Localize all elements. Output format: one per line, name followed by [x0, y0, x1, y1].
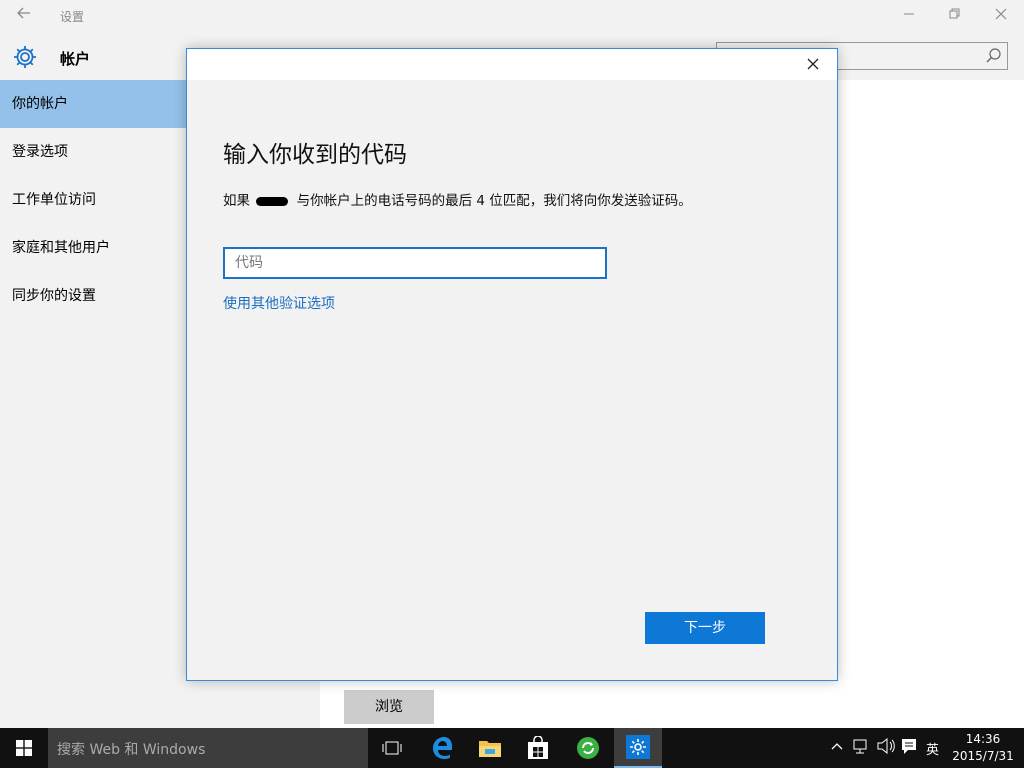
clock-time: 14:36: [965, 732, 1001, 746]
search-icon: [986, 48, 1001, 63]
volume-button[interactable]: [876, 736, 896, 760]
minimize-icon: [904, 13, 914, 15]
alt-verification-link[interactable]: 使用其他验证选项: [223, 293, 335, 313]
dialog-description: 如果 与你帐户上的电话号码的最后 4 位匹配，我们将向你发送验证码。: [223, 189, 692, 209]
action-center-button[interactable]: [900, 736, 918, 760]
sidebar-item-label: 同步你的设置: [12, 288, 96, 304]
app-button-green[interactable]: [564, 728, 612, 768]
code-input[interactable]: [223, 247, 607, 279]
redacted-phone-digits: [256, 196, 289, 206]
sidebar-item-label: 登录选项: [12, 144, 68, 160]
next-button[interactable]: 下一步: [645, 612, 765, 644]
minimize-button[interactable]: [886, 4, 932, 28]
sidebar-item-label: 家庭和其他用户: [12, 240, 110, 256]
dialog-close-button[interactable]: [799, 53, 827, 77]
volume-icon: [877, 737, 895, 755]
clock-date: 2015/7/31: [952, 749, 1014, 763]
sidebar-title: 帐户: [60, 50, 91, 68]
sidebar-item-label: 你的帐户: [12, 96, 68, 112]
edge-icon: [433, 737, 452, 759]
refresh-app-icon: [577, 737, 599, 759]
close-icon: [995, 8, 1007, 20]
notification-icon: [902, 739, 916, 754]
task-view-button[interactable]: [368, 728, 416, 768]
edge-browser-button[interactable]: [418, 728, 466, 768]
restore-button[interactable]: [932, 4, 978, 28]
taskbar-search-placeholder: 搜索 Web 和 Windows: [57, 742, 206, 758]
back-button[interactable]: [12, 4, 36, 28]
desc-prefix: 如果: [223, 193, 250, 209]
sidebar-item-label: 工作单位访问: [12, 192, 96, 208]
back-arrow-icon: [17, 7, 30, 19]
close-icon: [807, 58, 819, 70]
store-icon: [528, 736, 548, 759]
desc-suffix: 与你帐户上的电话号码的最后 4 位匹配，我们将向你发送验证码。: [296, 193, 692, 209]
ime-indicator[interactable]: 英: [926, 739, 939, 758]
task-view-icon: [382, 741, 402, 755]
chevron-up-icon: [831, 743, 843, 750]
taskbar: 搜索 Web 和 Windows 英 14:36 2015/7/31: [0, 728, 1024, 768]
network-button[interactable]: [852, 736, 870, 760]
start-button[interactable]: [0, 728, 48, 768]
taskbar-clock[interactable]: 14:36 2015/7/31: [948, 731, 1018, 765]
close-window-button[interactable]: [978, 4, 1024, 28]
file-explorer-button[interactable]: [466, 728, 514, 768]
dialog-heading: 输入你收到的代码: [223, 142, 407, 168]
network-icon: [853, 739, 867, 754]
windows-logo-icon: [16, 740, 32, 756]
show-hidden-icons-button[interactable]: [830, 736, 844, 760]
browse-button[interactable]: 浏览: [344, 690, 434, 724]
title-bar: 设置: [0, 0, 1024, 32]
window-title: 设置: [60, 10, 85, 24]
settings-taskbar-button[interactable]: [614, 728, 662, 768]
verification-dialog: 输入你收到的代码 如果 与你帐户上的电话号码的最后 4 位匹配，我们将向你发送验…: [186, 48, 838, 681]
folder-icon: [479, 741, 501, 757]
store-button[interactable]: [514, 728, 562, 768]
settings-icon: [626, 735, 650, 759]
taskbar-search[interactable]: 搜索 Web 和 Windows: [48, 728, 368, 768]
gear-icon: [14, 46, 36, 68]
restore-icon: [949, 8, 960, 19]
dialog-title-bar: [187, 49, 837, 80]
